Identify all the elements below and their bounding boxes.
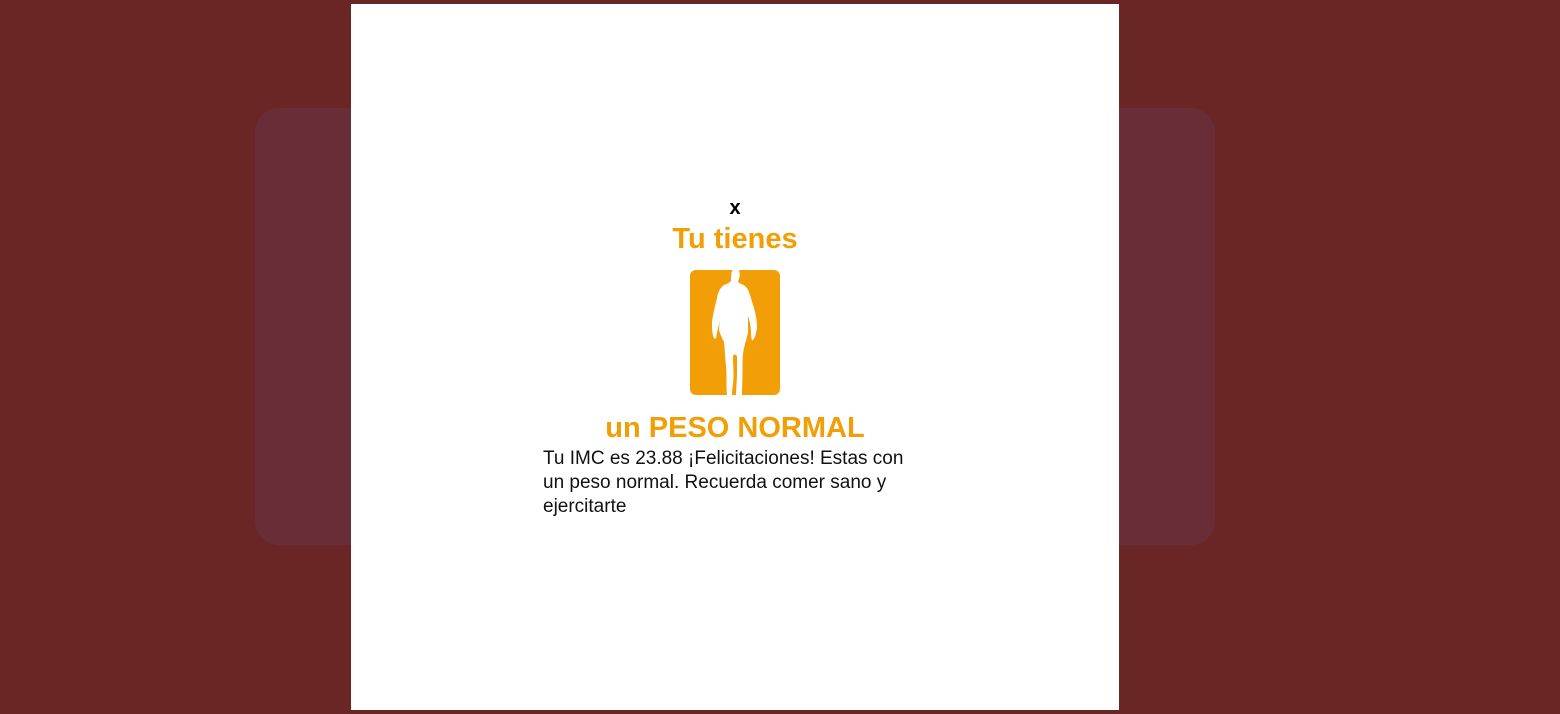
person-silhouette-icon <box>690 270 780 395</box>
result-modal: x Tu tienes un PESO NORMAL Tu IMC es 23.… <box>351 4 1119 710</box>
result-title-top: Tu tienes <box>672 223 798 255</box>
result-message: Tu IMC es 23.88 ¡Felicitaciones! Estas c… <box>543 448 904 517</box>
close-button[interactable]: x <box>351 196 1119 220</box>
result-title-bottom: un PESO NORMAL <box>605 412 865 444</box>
